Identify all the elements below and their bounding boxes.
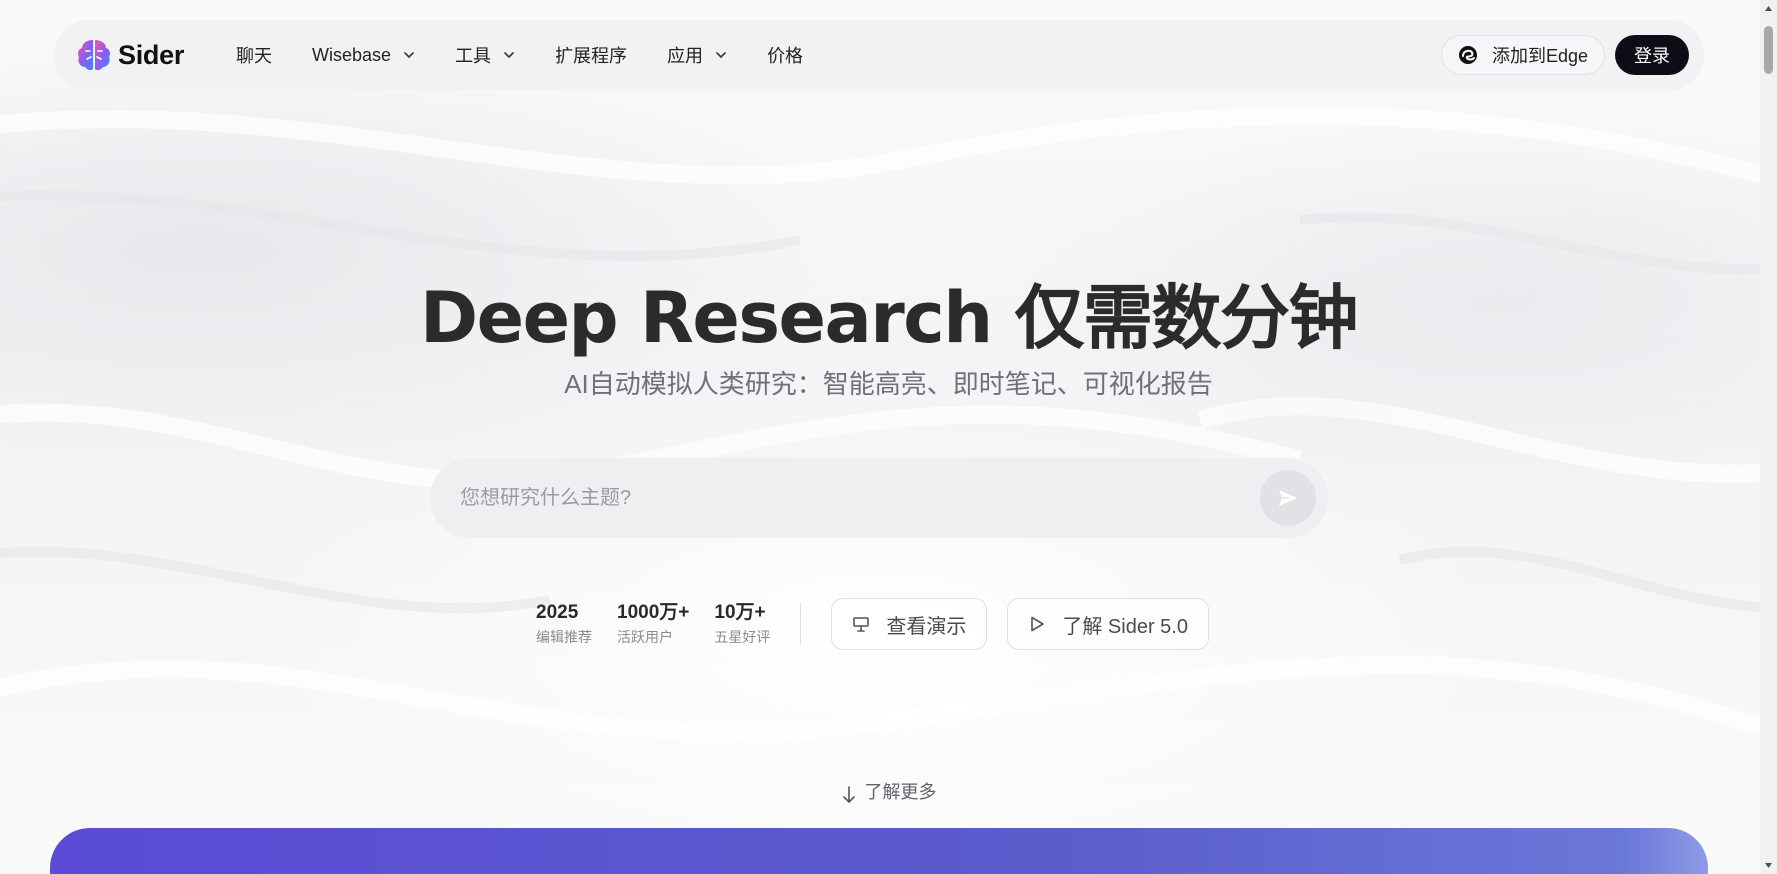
nav-item-apps[interactable]: 应用 <box>667 42 727 68</box>
send-icon <box>1279 490 1297 506</box>
nav-item-label: 价格 <box>767 46 804 66</box>
stat-editors-choice: 2025 编辑推荐 <box>536 601 592 647</box>
stat-active-users: 1000万+ 活跃用户 <box>617 601 689 647</box>
stat-value: 1000万+ <box>617 602 690 623</box>
stat-value: 10万+ <box>714 602 766 623</box>
send-button[interactable] <box>1260 470 1316 526</box>
sider-logo[interactable]: Sider <box>76 37 184 73</box>
header-actions: 添加到Edge 登录 <box>1440 35 1689 75</box>
stats-row: 2025 编辑推荐 1000万+ 活跃用户 10万+ 五星好评 查看演示 了解 … <box>536 598 1229 650</box>
scroll-down-arrow-icon[interactable] <box>1764 861 1773 870</box>
stat-value: 2025 <box>536 602 579 623</box>
learn-sider-button[interactable]: 了解 Sider 5.0 <box>1007 598 1209 650</box>
research-search-box <box>430 458 1328 538</box>
top-navbar: Sider 聊天 Wisebase 工具 扩展程序 应用 价格 添加到Edge … <box>54 20 1704 90</box>
nav-item-label: 聊天 <box>236 46 273 66</box>
learn-more-label: 了解更多 <box>864 782 937 802</box>
chevron-down-icon <box>504 52 514 59</box>
nav-item-tools[interactable]: 工具 <box>455 42 515 68</box>
nav-item-label: 扩展程序 <box>555 46 628 66</box>
sider-brain-logo-icon <box>78 40 110 71</box>
presentation-icon <box>853 617 870 632</box>
nav-item-chat[interactable]: 聊天 <box>236 42 272 68</box>
research-topic-input[interactable] <box>460 486 1260 510</box>
nav-item-extensions[interactable]: 扩展程序 <box>555 42 627 68</box>
nav-item-wisebase[interactable]: Wisebase <box>312 45 415 66</box>
chevron-down-icon <box>716 52 726 59</box>
scroll-thumb[interactable] <box>1764 26 1773 74</box>
feature-banner <box>50 828 1708 874</box>
page-scrollbar[interactable] <box>1760 0 1777 874</box>
nav-item-label: 应用 <box>667 46 704 66</box>
stat-five-star-reviews: 10万+ 五星好评 <box>714 601 770 647</box>
add-to-edge-button[interactable]: 添加到Edge <box>1440 35 1605 75</box>
hero-subtitle: AI自动模拟人类研究：智能高亮、即时笔记、可视化报告 <box>564 369 1213 399</box>
hero-title: Deep Research 仅需数分钟 <box>419 277 1359 359</box>
chevron-down-icon <box>404 52 414 59</box>
learn-more-link[interactable]: 了解更多 <box>0 778 1777 804</box>
scroll-up-arrow-icon[interactable] <box>1764 4 1773 13</box>
play-icon <box>1031 616 1045 632</box>
edge-browser-icon <box>1458 46 1477 64</box>
logo-text: Sider <box>118 39 185 70</box>
stat-label: 活跃用户 <box>617 629 673 645</box>
add-to-edge-label: 添加到Edge <box>1491 46 1588 66</box>
view-demo-label: 查看演示 <box>886 615 967 638</box>
main-nav: 聊天 Wisebase 工具 扩展程序 应用 价格 <box>236 42 803 68</box>
stat-label: 编辑推荐 <box>536 629 592 645</box>
login-button[interactable]: 登录 <box>1615 35 1689 75</box>
nav-item-label: 工具 <box>455 46 492 66</box>
nav-item-label: Wisebase <box>312 44 392 65</box>
stats-divider <box>800 603 802 645</box>
arrow-down-icon <box>842 786 855 804</box>
view-demo-button[interactable]: 查看演示 <box>831 598 988 650</box>
stat-label: 五星好评 <box>714 629 771 645</box>
learn-sider-label: 了解 Sider 5.0 <box>1062 615 1188 638</box>
nav-item-pricing[interactable]: 价格 <box>767 42 803 68</box>
